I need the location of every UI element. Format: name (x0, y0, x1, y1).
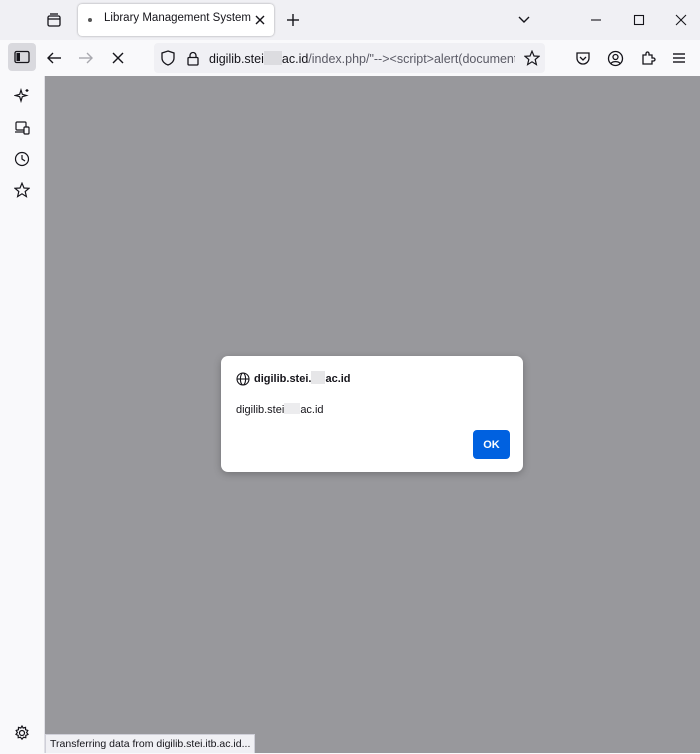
tab-title: Library Management System | ST (104, 12, 254, 24)
puzzle-icon[interactable] (637, 47, 659, 69)
redacted-block (284, 403, 301, 414)
close-icon[interactable] (250, 10, 270, 30)
minimize-icon[interactable] (578, 6, 614, 34)
dialog-title: digilib.stei. ac.id (254, 371, 351, 385)
favicon-icon (88, 18, 92, 22)
chevron-down-icon[interactable] (512, 8, 536, 32)
pocket-icon[interactable] (572, 47, 594, 69)
back-arrow-icon[interactable] (40, 44, 68, 72)
active-tab[interactable]: Library Management System | ST (78, 4, 274, 36)
hamburger-icon[interactable] (668, 47, 690, 69)
sidebar (0, 76, 45, 753)
synced-tabs-icon[interactable] (12, 118, 32, 138)
navigation-toolbar: digilib.stei ac.id/index.php/"--><script>… (0, 40, 700, 76)
star-icon[interactable] (12, 180, 32, 200)
url-host-suffix: ac.id (281, 52, 309, 66)
status-bar: Transferring data from digilib.stei.itb.… (45, 734, 256, 753)
tab-strip: Library Management System | ST (0, 0, 700, 40)
dialog-title-prefix: digilib.stei. (254, 373, 312, 385)
page-content-overlay: digilib.stei. ac.id digilib.stei ac.id OK (45, 76, 700, 753)
maximize-icon[interactable] (621, 6, 657, 34)
globe-icon (235, 371, 251, 387)
plus-icon[interactable] (281, 8, 305, 32)
stop-icon[interactable] (104, 44, 132, 72)
star-icon[interactable] (523, 49, 541, 67)
dialog-message: digilib.stei ac.id (236, 403, 324, 416)
ok-button[interactable]: OK (473, 430, 510, 459)
alert-dialog: digilib.stei. ac.id digilib.stei ac.id OK (221, 356, 523, 472)
close-icon[interactable] (663, 6, 699, 34)
forward-arrow-icon[interactable] (72, 44, 100, 72)
redacted-block (263, 51, 282, 65)
dialog-message-suffix: ac.id (300, 404, 324, 416)
history-icon[interactable] (12, 149, 32, 169)
sidebar-icon[interactable] (8, 43, 36, 71)
address-bar[interactable]: digilib.stei ac.id/index.php/"--><script>… (154, 43, 545, 73)
shield-icon[interactable] (160, 50, 176, 66)
url-host-prefix: digilib.stei (209, 52, 264, 66)
dialog-message-prefix: digilib.stei (236, 404, 285, 416)
tab-list-icon[interactable] (40, 6, 68, 34)
sparkle-icon[interactable] (12, 86, 32, 106)
url-path: /index.php/"--><script>alert(document (308, 52, 515, 66)
gear-icon[interactable] (12, 723, 32, 743)
dialog-title-suffix: ac.id (325, 373, 351, 385)
redacted-block (311, 371, 326, 384)
lock-icon[interactable] (185, 50, 201, 66)
url-text[interactable]: digilib.stei ac.id/index.php/"--><script>… (209, 51, 515, 66)
account-icon[interactable] (604, 47, 626, 69)
